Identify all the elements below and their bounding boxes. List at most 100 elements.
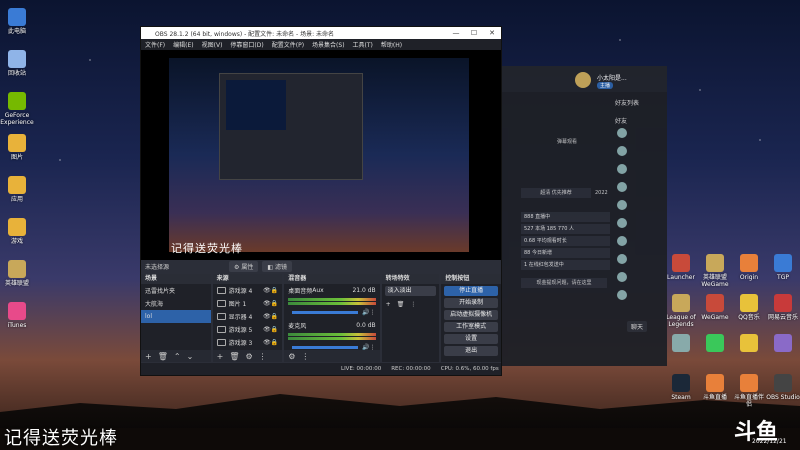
source-item[interactable]: 游戏源 5 👁 🔒 [213,323,283,336]
desktop-icon[interactable]: 应用 [0,176,34,203]
obs-preview[interactable]: 记得送荧光棒 [141,50,501,260]
source-item[interactable]: 显示器 4 👁 🔒 [213,310,283,323]
desktop-icon[interactable]: iTunes [0,302,34,329]
desktop-icon[interactable]: 回收站 [0,50,34,77]
control-button[interactable]: 启动虚拟摄像机 [444,310,498,320]
desktop-icon[interactable]: 英雄联盟WeGame [698,254,732,288]
friend-avatar[interactable] [617,254,627,264]
desktop-icon[interactable]: 斗鱼直播 [698,374,732,401]
friend-avatar[interactable] [617,164,627,174]
lock-icon[interactable]: 🔒 [271,339,278,346]
eye-icon[interactable]: 👁 [263,339,271,346]
desktop-icon[interactable]: 网易云音乐 [766,294,800,321]
trash-icon[interactable]: 🗑 [158,352,168,361]
friend-avatar[interactable] [617,128,627,138]
lock-icon[interactable]: 🔒 [271,326,278,333]
control-button[interactable]: 工作室模式 [444,322,498,332]
desktop-icon[interactable]: Steam [664,374,698,401]
eye-icon[interactable]: 👁 [263,300,271,307]
control-button[interactable]: 退出 [444,346,498,356]
add-icon[interactable]: + [145,352,152,361]
more-icon[interactable]: ⋮ [301,352,309,361]
eye-icon[interactable]: 👁 [263,287,271,294]
desktop-icon[interactable]: 此电脑 [0,8,34,35]
scene-item[interactable]: 大航海 [141,297,211,310]
add-icon[interactable]: + [217,352,224,361]
gear-icon[interactable]: ⚙ [288,352,295,361]
user-avatar[interactable] [575,72,591,88]
eye-icon[interactable]: 👁 [263,313,271,320]
desktop-icon[interactable]: Launcher [664,254,698,281]
maximize-icon[interactable]: ☐ [465,27,483,39]
lock-icon[interactable]: 🔒 [271,300,278,307]
gear-icon[interactable]: ⚙ [245,352,252,361]
volume-slider[interactable] [292,311,359,314]
source-item[interactable]: 图片 1 👁 🔒 [213,297,283,310]
quality-chip[interactable]: 超清 优先推荐 [521,188,591,198]
close-icon[interactable]: ✕ [483,27,501,39]
obs-titlebar[interactable]: OBS 28.1.2 (64 bit, windows) - 配置文件: 未命名… [141,27,501,39]
friend-avatar[interactable] [617,236,627,246]
chat-button[interactable]: 聊天 [627,321,648,332]
control-button[interactable]: 开始录制 [444,298,498,308]
menu-item[interactable]: 帮助(H) [381,40,402,49]
friend-avatar[interactable] [617,146,627,156]
desktop-icon[interactable]: 游戏 [0,218,34,245]
transition-select[interactable]: 淡入淡出 [384,286,437,296]
lock-icon[interactable]: 🔒 [271,287,278,294]
scene-item[interactable]: lol [141,310,211,323]
friend-avatar[interactable] [617,182,627,192]
desktop-icon[interactable]: OBS Studio [766,374,800,401]
minimize-icon[interactable]: — [447,27,465,39]
source-item[interactable]: 游戏源 4 👁 🔒 [213,284,283,297]
obs-window[interactable]: OBS 28.1.2 (64 bit, windows) - 配置文件: 未命名… [140,26,502,376]
desktop-icon[interactable]: 斗鱼直播伴侣 [732,374,766,408]
trash-icon[interactable]: 🗑 [397,301,405,308]
menu-item[interactable]: 停靠窗口(D) [230,40,263,49]
menu-item[interactable]: 编辑(E) [173,40,193,49]
filters-button[interactable]: ◧ 滤镜 [262,260,292,272]
control-button[interactable]: 设置 [444,334,498,344]
desktop-icon[interactable]: 英雄联盟 [0,260,34,287]
menu-item[interactable]: 工具(T) [353,40,373,49]
desktop-icon[interactable] [766,334,800,354]
scene-item[interactable]: 迅雷找片夹 [141,284,211,297]
menu-item[interactable]: 场景集合(S) [312,40,345,49]
desktop-icon[interactable]: WeGame [698,294,732,321]
friend-avatar[interactable] [617,218,627,228]
desktop-icon[interactable]: 图片 [0,134,34,161]
friend-avatar[interactable] [617,200,627,210]
source-item[interactable]: 游戏源 3 👁 🔒 [213,336,283,349]
menu-item[interactable]: 文件(F) [145,40,165,49]
desktop-icon[interactable]: League of Legends [664,294,698,328]
desktop-icon[interactable]: TGP [766,254,800,281]
douyu-window[interactable]: 小太阳是... 主播 好友列表 好友 弹幕观看 2022 超清 优先推荐 888… [497,66,667,366]
desktop-icon[interactable] [698,334,732,354]
eye-icon[interactable]: 👁 [263,326,271,333]
friend-avatar[interactable] [617,290,627,300]
desktop-icon[interactable]: Origin [732,254,766,281]
add-icon[interactable]: + [386,301,391,308]
more-icon[interactable]: ⋮ [259,352,267,361]
desktop-icon[interactable]: QQ音乐 [732,294,766,321]
trash-icon[interactable]: 🗑 [229,352,239,361]
desktop-icon[interactable] [732,334,766,354]
app-icon [774,254,792,272]
speaker-icon[interactable]: 🔊 [362,309,369,316]
chevron-down-icon[interactable]: ⌄ [187,352,194,361]
desktop-icon[interactable] [664,334,698,354]
control-button[interactable]: 停止直播 [444,286,498,296]
app-icon [706,374,724,392]
menu-item[interactable]: 配置文件(P) [272,40,304,49]
chevron-up-icon[interactable]: ⌃ [174,352,181,361]
volume-slider[interactable] [292,346,359,349]
desktop-icon[interactable]: GeForce Experience [0,92,34,126]
menu-item[interactable]: 视图(V) [202,40,223,49]
properties-button[interactable]: ⚙ 属性 [229,260,259,272]
cashout-link[interactable]: 现金提现问题，请在这里 [521,278,607,288]
channel-db: 0.0 dB [356,322,376,329]
friend-avatar[interactable] [617,272,627,282]
more-icon[interactable]: ⋮ [410,301,416,308]
lock-icon[interactable]: 🔒 [271,313,278,320]
more-icon[interactable]: ⋮ [370,309,376,316]
